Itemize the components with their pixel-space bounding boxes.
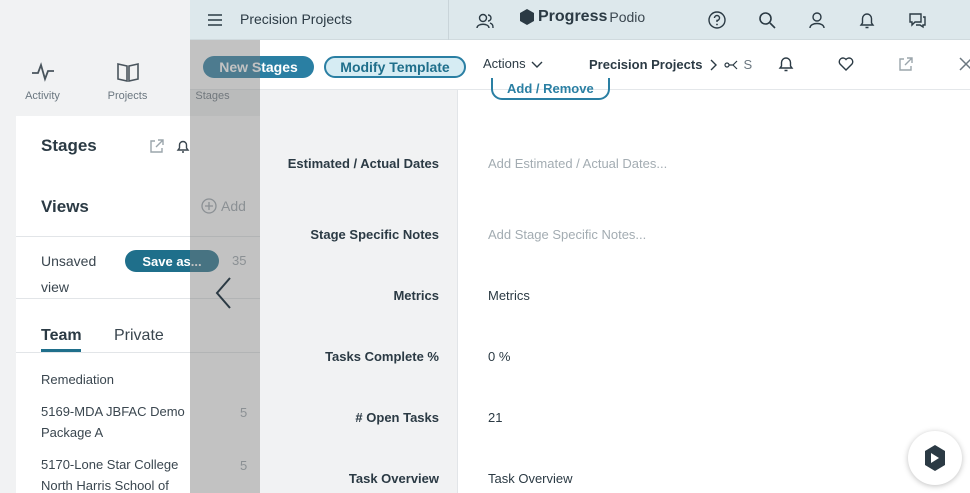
notifications-icon[interactable] [857,10,877,30]
field-values-column: Add / Remove Add Estimated / Actual Date… [458,78,970,493]
views-heading: Views [41,197,89,216]
chevron-down-icon [531,61,543,68]
chevron-right-icon [710,59,718,70]
close-icon[interactable] [957,55,970,73]
field-label-open-tasks: # Open Tasks [355,410,439,425]
breadcrumb-next-label: S [743,57,753,72]
notes-field[interactable]: Add Stage Specific Notes... [488,227,646,242]
activity-icon [31,62,54,82]
breadcrumb-relationship[interactable]: S [724,57,752,72]
search-icon[interactable] [757,10,777,30]
breadcrumb-app[interactable]: Precision Projects [589,57,702,72]
panel-title: Stages [41,136,97,155]
actions-dropdown[interactable]: Actions [483,56,544,71]
field-label-notes: Stage Specific Notes [310,227,439,242]
bell-icon[interactable] [175,138,191,154]
task-overview-value: Task Overview [488,471,573,486]
panel-title-icons [149,138,191,154]
brand-product: Podio [609,9,646,25]
collapse-panel[interactable] [190,90,260,493]
progress-chat-icon [925,445,945,471]
view-list-item[interactable]: 5170-Lone Star College North Harris Scho… [41,454,201,493]
help-icon[interactable] [707,10,727,30]
chat-icon[interactable] [907,10,927,30]
nav-projects-label: Projects [107,90,148,102]
open-tasks-value: 21 [488,410,503,425]
field-label-metrics: Metrics [393,288,439,303]
nav-activity-label: Activity [25,90,60,102]
relationship-icon [724,60,738,69]
add-remove-button[interactable]: Add / Remove [491,78,610,100]
nav-activity[interactable]: Activity [0,50,85,102]
follow-bell-icon[interactable] [777,55,795,73]
field-label-dates: Estimated / Actual Dates [287,156,439,171]
breadcrumb: Precision Projects S [589,57,752,72]
like-heart-icon[interactable] [837,55,855,73]
tasks-complete-value: 0 % [488,349,511,364]
actions-label: Actions [483,56,526,71]
top-header: Precision Projects Progress Podio [190,0,970,40]
view-group-heading: Remediation [41,372,114,387]
header-separator [448,0,449,40]
profile-icon[interactable] [807,10,827,30]
share-icon[interactable] [897,55,915,73]
progress-logo-icon [520,9,534,25]
support-chat-button[interactable] [908,431,962,485]
field-labels-column: Estimated / Actual Dates Stage Specific … [260,90,458,493]
chevron-left-icon [215,277,231,309]
members-icon[interactable] [475,11,495,31]
share-icon[interactable] [149,138,165,154]
modify-template-button[interactable]: Modify Template [324,56,466,78]
book-icon [116,63,139,82]
field-label-task-overview: Task Overview [348,471,439,486]
header-actions [707,10,927,30]
field-label-tasks-complete: Tasks Complete % [325,349,439,364]
nav-projects[interactable]: Projects [85,50,170,102]
view-list-item[interactable]: 5169-MDA JBFAC Demo Package A [41,401,201,443]
tab-private[interactable]: Private [114,327,164,345]
dates-field[interactable]: Add Estimated / Actual Dates... [488,156,667,171]
metrics-value: Metrics [488,288,530,303]
workspace-title[interactable]: Precision Projects [240,11,352,27]
brand-name: Progress [538,8,608,25]
unsaved-view-label: Unsaved view [41,253,97,295]
hamburger-menu-icon[interactable] [206,11,224,29]
tab-team[interactable]: Team [41,327,82,345]
progress-podio-logo[interactable]: Progress Podio [518,8,645,26]
toolbar-icons [777,55,970,73]
